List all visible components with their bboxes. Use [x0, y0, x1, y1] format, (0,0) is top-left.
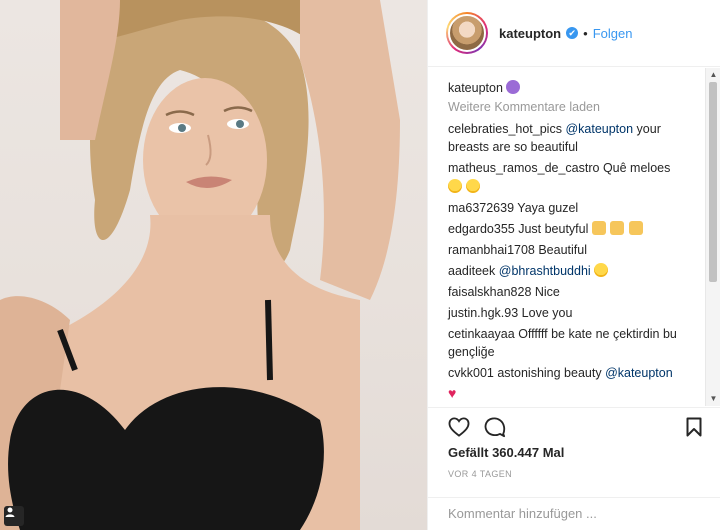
likes-number: 360.447 [492, 445, 540, 460]
caption: kateupton [448, 79, 695, 97]
likes-count[interactable]: Gefällt 360.447 Mal [448, 445, 564, 460]
list-item: ma6372639 Yaya guzel [448, 199, 695, 217]
ok-hand-emoji-icon [628, 221, 643, 235]
person-emoji-icon [506, 80, 521, 94]
post-timestamp[interactable]: VOR 4 TAGEN [448, 469, 512, 479]
verified-badge-icon: ✔ [566, 27, 579, 39]
comment-text: Love you [518, 306, 573, 320]
list-item: celebraties_hot_pics @kateupton your bre… [448, 120, 695, 156]
list-item: aaditeek @bhrashtbuddhi [448, 262, 695, 280]
bookmark-icon[interactable] [686, 417, 702, 437]
action-bar [428, 407, 720, 443]
scrollbar-thumb[interactable] [709, 82, 717, 282]
post-details-panel: kateupton ✔ • Folgen kateupton Weitere K… [427, 0, 720, 530]
comment-text: Nice [531, 285, 560, 299]
thumbs-up-emoji-icon [610, 221, 625, 235]
comment-username[interactable]: celebraties_hot_pics [448, 122, 562, 136]
laughing-emoji-icon [448, 179, 462, 193]
comment-mention[interactable]: @bhrashtbuddhi [499, 264, 591, 278]
likes-suffix: Mal [539, 445, 565, 460]
comment-username[interactable]: justin.hgk.93 [448, 306, 518, 320]
list-item: cvkk001 astonishing beauty @kateupton ♥ [448, 364, 695, 402]
header-separator: • [583, 25, 588, 41]
emoji-row [448, 178, 695, 196]
list-item: edgardo355 Just beutyful [448, 220, 695, 238]
speech-bubble-icon[interactable] [484, 417, 506, 438]
comment-username[interactable]: cetinkaayaa [448, 327, 515, 341]
comment-text: Just beutyful [514, 222, 589, 236]
scroll-down-arrow-icon[interactable]: ▼ [706, 392, 720, 406]
comment-mention[interactable]: @kateupton [605, 366, 673, 380]
header-username[interactable]: kateupton [499, 26, 561, 41]
post-header: kateupton ✔ • Folgen [428, 0, 720, 67]
comment-text: Beautiful [534, 243, 587, 257]
comment-username[interactable]: ramanbhai1708 [448, 243, 535, 257]
story-ring[interactable] [446, 12, 488, 54]
follow-button[interactable]: Folgen [593, 26, 633, 41]
load-more-comments-button[interactable]: Weitere Kommentare laden [448, 100, 695, 114]
comment-text: Yaya guzel [514, 201, 579, 215]
clapping-hands-emoji-icon [591, 221, 606, 235]
scroll-up-arrow-icon[interactable]: ▲ [706, 68, 720, 82]
user-tag-icon[interactable] [4, 506, 24, 526]
comments-scrollbar[interactable]: ▲ ▼ [705, 68, 720, 406]
laughing-emoji-icon [466, 179, 481, 193]
list-item: justin.hgk.93 Love you [448, 304, 695, 322]
comments-list[interactable]: kateupton Weitere Kommentare laden celeb… [428, 68, 705, 406]
comment-text: astonishing beauty [493, 366, 606, 380]
emoji-row: ♥ [448, 383, 695, 402]
add-comment-input[interactable] [448, 506, 688, 521]
likes-prefix: Gefällt [448, 445, 493, 460]
comment-username[interactable]: ma6372639 [448, 201, 514, 215]
post-photo-illustration [0, 0, 400, 530]
comment-username[interactable]: edgardo355 [448, 222, 515, 236]
list-item: cetinkaayaa Offffff be kate ne çektirdin… [448, 325, 695, 361]
caption-username[interactable]: kateupton [448, 81, 503, 95]
comment-text: Quê meloes [599, 161, 671, 175]
comment-username[interactable]: faisalskhan828 [448, 285, 531, 299]
comment-mention[interactable]: @kateupton [565, 122, 633, 136]
add-comment-bar [428, 497, 720, 530]
post-photo[interactable] [0, 0, 427, 530]
list-item: matheus_ramos_de_castro Quê meloes [448, 159, 695, 196]
list-item: faisalskhan828 Nice [448, 283, 695, 301]
list-item: ramanbhai1708 Beautiful [448, 241, 695, 259]
avatar[interactable] [448, 14, 486, 52]
laughing-emoji-icon [594, 263, 609, 277]
comment-username[interactable]: aaditeek [448, 264, 495, 278]
heart-outline-icon[interactable] [448, 417, 470, 437]
comment-username[interactable]: matheus_ramos_de_castro [448, 161, 599, 175]
red-heart-emoji-icon: ♥ [448, 385, 457, 401]
comment-username[interactable]: cvkk001 [448, 366, 494, 380]
